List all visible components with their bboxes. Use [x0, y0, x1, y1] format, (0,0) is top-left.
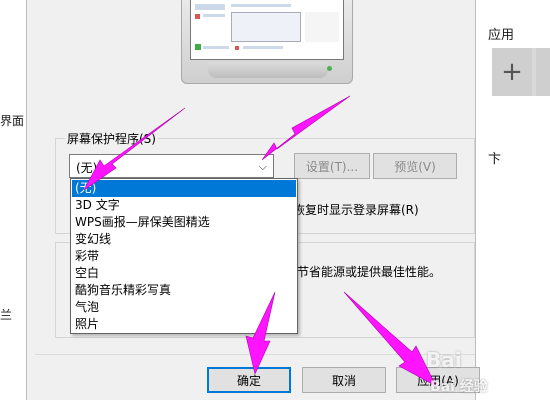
dropdown-item-wps[interactable]: WPS画报—屏保美图精选 — [72, 214, 296, 231]
dropdown-item-bubbles[interactable]: 气泡 — [72, 299, 296, 316]
background-text: 兰 — [0, 308, 13, 322]
screensaver-dialog: 屏幕保护程序(S) (无) ⌵ 设置(T)... 预览(V) 恢复时显示登录屏幕… — [26, 0, 476, 400]
background-tile-edge — [536, 48, 550, 96]
monitor-preview — [181, 0, 353, 84]
chevron-down-icon[interactable]: ⌵ — [259, 160, 267, 174]
background-text: 界面 — [0, 114, 25, 128]
dropdown-item-kugou[interactable]: 酷狗音乐精彩写真 — [72, 282, 296, 299]
combobox-value: (无) — [76, 161, 98, 175]
background-window-left: 界面 兰 — [0, 0, 26, 400]
watermark-text: Bai 经验 — [430, 379, 488, 395]
monitor-preview-screen — [190, 0, 344, 60]
dropdown-item-ribbons[interactable]: 彩带 — [72, 248, 296, 265]
background-add-tile[interactable]: + — [492, 48, 550, 96]
dropdown-item-3d-text[interactable]: 3D 文字 — [72, 197, 296, 214]
screensaver-dropdown-list: (无) 3D 文字 WPS画报—屏保美图精选 变幻线 彩带 空白 酷狗音乐精彩写… — [70, 178, 298, 334]
ok-button[interactable]: 确定 — [207, 367, 291, 393]
watermark-logo: Bai — [426, 348, 462, 372]
settings-button[interactable]: 设置(T)... — [294, 153, 370, 179]
resume-logon-label: 恢复时显示登录屏幕(R) — [293, 203, 419, 217]
power-description: 节省能源或提供最佳性能。 — [297, 265, 442, 279]
dropdown-item-photos[interactable]: 照片 — [72, 316, 296, 333]
dropdown-item-blank[interactable]: 空白 — [72, 265, 296, 282]
background-text: 卞 — [488, 152, 502, 167]
screensaver-combobox[interactable]: (无) ⌵ — [69, 154, 274, 178]
screensaver-group-label: 屏幕保护程序(S) — [65, 130, 158, 147]
background-apply-title: 应用 — [488, 28, 515, 43]
power-led-icon — [327, 66, 332, 71]
dropdown-item-mystify[interactable]: 变幻线 — [72, 231, 296, 248]
cancel-button[interactable]: 取消 — [302, 367, 386, 393]
dialog-content-panel: 屏幕保护程序(S) (无) ⌵ 设置(T)... 预览(V) 恢复时显示登录屏幕… — [35, 0, 475, 355]
monitor-stand — [208, 62, 328, 78]
dropdown-item-none[interactable]: (无) — [72, 180, 296, 197]
plus-icon: + — [492, 48, 532, 96]
preview-button[interactable]: 预览(V) — [373, 153, 457, 179]
